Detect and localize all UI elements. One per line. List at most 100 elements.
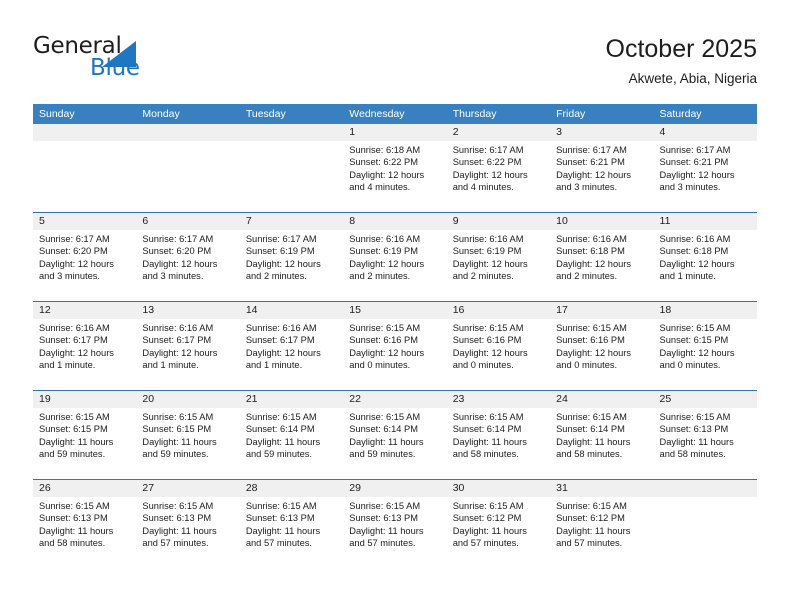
day-cell[interactable]: Sunrise: 6:16 AM Sunset: 6:17 PM Daylight:… (33, 319, 136, 390)
day-cell[interactable]: Sunrise: 6:17 AM Sunset: 6:20 PM Daylight:… (136, 230, 239, 301)
day-number[interactable]: 12 (33, 302, 136, 319)
day-number[interactable]: 1 (343, 124, 446, 141)
day-number[interactable]: 7 (240, 213, 343, 230)
day-cell[interactable]: Sunrise: 6:15 AM Sunset: 6:13 PM Daylight:… (654, 408, 757, 479)
daylight-text-line2: and 1 minute. (142, 360, 199, 371)
page-header: General Blue October 2025 Akwete, Abia, … (0, 0, 792, 98)
day-cell-empty (136, 141, 239, 212)
day-number[interactable]: 21 (240, 391, 343, 408)
day-cell[interactable]: Sunrise: 6:15 AM Sunset: 6:14 PM Daylight:… (343, 408, 446, 479)
day-number[interactable]: 14 (240, 302, 343, 319)
sunset-text: Sunset: 6:17 PM (245, 335, 315, 346)
day-number[interactable]: 16 (447, 302, 550, 319)
sunrise-text: Sunrise: 6:15 AM (245, 501, 317, 511)
day-number[interactable]: 18 (654, 302, 757, 319)
day-number[interactable]: 13 (136, 302, 239, 319)
day-number[interactable]: 20 (136, 391, 239, 408)
day-cell[interactable]: Sunrise: 6:17 AM Sunset: 6:21 PM Daylight:… (550, 141, 653, 212)
day-cell[interactable]: Sunrise: 6:17 AM Sunset: 6:20 PM Daylight:… (33, 230, 136, 301)
day-number[interactable]: 25 (654, 391, 757, 408)
daylight-text-line2: and 59 minutes. (39, 449, 106, 460)
sunset-text: Sunset: 6:13 PM (142, 513, 212, 524)
day-number[interactable]: 29 (343, 480, 446, 497)
day-number[interactable]: 26 (33, 480, 136, 497)
sunrise-text: Sunrise: 6:15 AM (39, 501, 110, 511)
daylight-text-line1: Daylight: 11 hours (245, 525, 321, 536)
day-cell[interactable]: Sunrise: 6:15 AM Sunset: 6:14 PM Daylight:… (240, 408, 343, 479)
sunrise-text: Sunrise: 6:16 AM (452, 234, 524, 244)
day-cell[interactable]: Sunrise: 6:15 AM Sunset: 6:14 PM Daylight:… (550, 408, 653, 479)
daylight-text-line2: and 4 minutes. (349, 182, 411, 193)
day-cell[interactable]: Sunrise: 6:15 AM Sunset: 6:13 PM Daylight:… (343, 497, 446, 568)
daylight-text-line1: Daylight: 12 hours (659, 258, 735, 269)
day-cell[interactable]: Sunrise: 6:16 AM Sunset: 6:17 PM Daylight:… (136, 319, 239, 390)
day-cell[interactable]: Sunrise: 6:18 AM Sunset: 6:22 PM Daylight:… (343, 141, 446, 212)
day-number[interactable]: 2 (447, 124, 550, 141)
daylight-text-line1: Daylight: 12 hours (556, 347, 632, 358)
daylight-text-line2: and 3 minutes. (659, 182, 721, 193)
sunrise-text: Sunrise: 6:17 AM (556, 145, 627, 155)
daylight-text-line2: and 57 minutes. (142, 538, 209, 549)
calendar-week-row: 19 20 21 22 23 24 25 Sunrise: 6:15 AM Sunset: 6:… (33, 390, 757, 479)
day-cell[interactable]: Sunrise: 6:15 AM Sunset: 6:13 PM Daylight:… (33, 497, 136, 568)
sunset-text: Sunset: 6:21 PM (659, 157, 729, 168)
day-cell[interactable]: Sunrise: 6:15 AM Sunset: 6:13 PM Daylight:… (240, 497, 343, 568)
day-number[interactable]: 22 (343, 391, 446, 408)
day-number[interactable]: 31 (550, 480, 653, 497)
day-cell[interactable]: Sunrise: 6:15 AM Sunset: 6:12 PM Daylight:… (447, 497, 550, 568)
day-cell[interactable]: Sunrise: 6:15 AM Sunset: 6:14 PM Daylight:… (447, 408, 550, 479)
weekday-header-thursday: Thursday (452, 108, 497, 120)
day-number[interactable]: 8 (343, 213, 446, 230)
day-number[interactable]: 9 (447, 213, 550, 230)
day-number[interactable]: 3 (550, 124, 653, 141)
day-number[interactable]: 27 (136, 480, 239, 497)
day-number[interactable]: 6 (136, 213, 239, 230)
weekday-header-monday: Monday (142, 108, 180, 120)
daylight-text-line2: and 1 minute. (39, 360, 96, 371)
day-cell[interactable]: Sunrise: 6:15 AM Sunset: 6:16 PM Daylight:… (343, 319, 446, 390)
sunrise-text: Sunrise: 6:15 AM (452, 501, 524, 511)
day-number[interactable]: 30 (447, 480, 550, 497)
calendar-page: General Blue October 2025 Akwete, Abia, … (0, 0, 792, 612)
day-number[interactable]: 4 (654, 124, 757, 141)
day-cell[interactable]: Sunrise: 6:17 AM Sunset: 6:22 PM Daylight:… (447, 141, 550, 212)
day-cell[interactable]: Sunrise: 6:15 AM Sunset: 6:15 PM Daylight:… (654, 319, 757, 390)
sunset-text: Sunset: 6:17 PM (142, 335, 212, 346)
day-number[interactable]: 15 (343, 302, 446, 319)
daylight-text-line1: Daylight: 11 hours (349, 525, 424, 536)
daylight-text-line1: Daylight: 11 hours (452, 436, 527, 447)
day-cell[interactable]: Sunrise: 6:16 AM Sunset: 6:18 PM Daylight:… (550, 230, 653, 301)
day-cell[interactable]: Sunrise: 6:16 AM Sunset: 6:19 PM Daylight:… (343, 230, 446, 301)
daylight-text-line1: Daylight: 11 hours (349, 436, 424, 447)
day-number[interactable]: 23 (447, 391, 550, 408)
day-cell[interactable]: Sunrise: 6:16 AM Sunset: 6:17 PM Daylight:… (240, 319, 343, 390)
day-number[interactable]: 17 (550, 302, 653, 319)
day-number[interactable]: 11 (654, 213, 757, 230)
day-number[interactable]: 24 (550, 391, 653, 408)
day-cell[interactable]: Sunrise: 6:15 AM Sunset: 6:15 PM Daylight:… (33, 408, 136, 479)
page-subtitle: Akwete, Abia, Nigeria (628, 71, 757, 86)
calendar-week-row: 5 6 7 8 9 10 11 Sunrise: 6:17 AM Sunset: 6:20 PM… (33, 212, 757, 301)
daylight-text-line1: Daylight: 12 hours (452, 347, 528, 358)
general-blue-logo[interactable]: General Blue (33, 33, 213, 85)
weekday-header-row: Sunday Monday Tuesday Wednesday Thursday… (33, 104, 757, 124)
day-cell[interactable]: Sunrise: 6:16 AM Sunset: 6:19 PM Daylight:… (447, 230, 550, 301)
day-number[interactable]: 28 (240, 480, 343, 497)
day-number[interactable]: 10 (550, 213, 653, 230)
day-cell[interactable]: Sunrise: 6:15 AM Sunset: 6:16 PM Daylight:… (447, 319, 550, 390)
day-cell[interactable]: Sunrise: 6:15 AM Sunset: 6:16 PM Daylight:… (550, 319, 653, 390)
day-number[interactable]: 5 (33, 213, 136, 230)
day-cell[interactable]: Sunrise: 6:17 AM Sunset: 6:21 PM Daylight:… (654, 141, 757, 212)
sunrise-text: Sunrise: 6:16 AM (349, 234, 421, 244)
day-cell[interactable]: Sunrise: 6:15 AM Sunset: 6:12 PM Daylight:… (550, 497, 653, 568)
day-cell[interactable]: Sunrise: 6:16 AM Sunset: 6:18 PM Daylight:… (654, 230, 757, 301)
week-date-strip: 1234 (33, 124, 757, 141)
day-number[interactable]: 19 (33, 391, 136, 408)
sunrise-text: Sunrise: 6:16 AM (556, 234, 627, 244)
daylight-text-line1: Daylight: 11 hours (142, 525, 217, 536)
day-cell[interactable]: Sunrise: 6:17 AM Sunset: 6:19 PM Daylight:… (240, 230, 343, 301)
day-cell[interactable]: Sunrise: 6:15 AM Sunset: 6:13 PM Daylight:… (136, 497, 239, 568)
day-cell[interactable]: Sunrise: 6:15 AM Sunset: 6:15 PM Daylight:… (136, 408, 239, 479)
sunset-text: Sunset: 6:20 PM (39, 246, 108, 257)
day-number-empty (136, 124, 239, 141)
